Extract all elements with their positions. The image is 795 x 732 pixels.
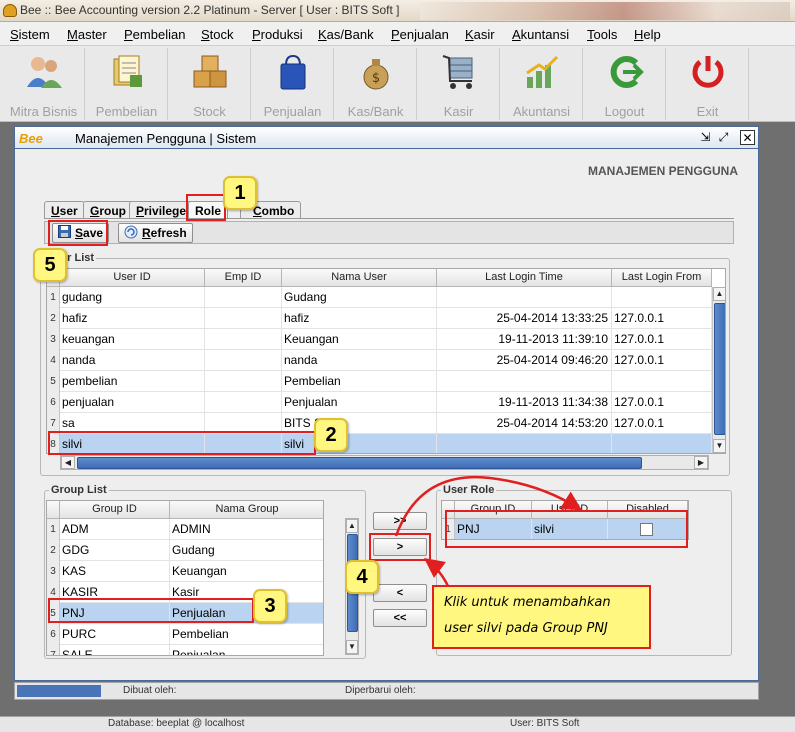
user-info: User: BITS Soft	[510, 718, 580, 729]
app-status-bar: Database: beeplat @ localhost User: BITS…	[0, 716, 795, 732]
database-info: Database: beeplat @ localhost	[108, 718, 245, 729]
record-status-bar: Dibuat oleh: Diperbarui oleh:	[14, 682, 759, 700]
status-indicator	[17, 685, 101, 697]
arrow-to-user-role	[394, 475, 583, 537]
created-by: Dibuat oleh:	[123, 685, 177, 696]
arrow-to-add-button	[424, 557, 450, 587]
annotation-arrows	[394, 475, 583, 587]
updated-by: Diperbarui oleh:	[345, 685, 416, 696]
